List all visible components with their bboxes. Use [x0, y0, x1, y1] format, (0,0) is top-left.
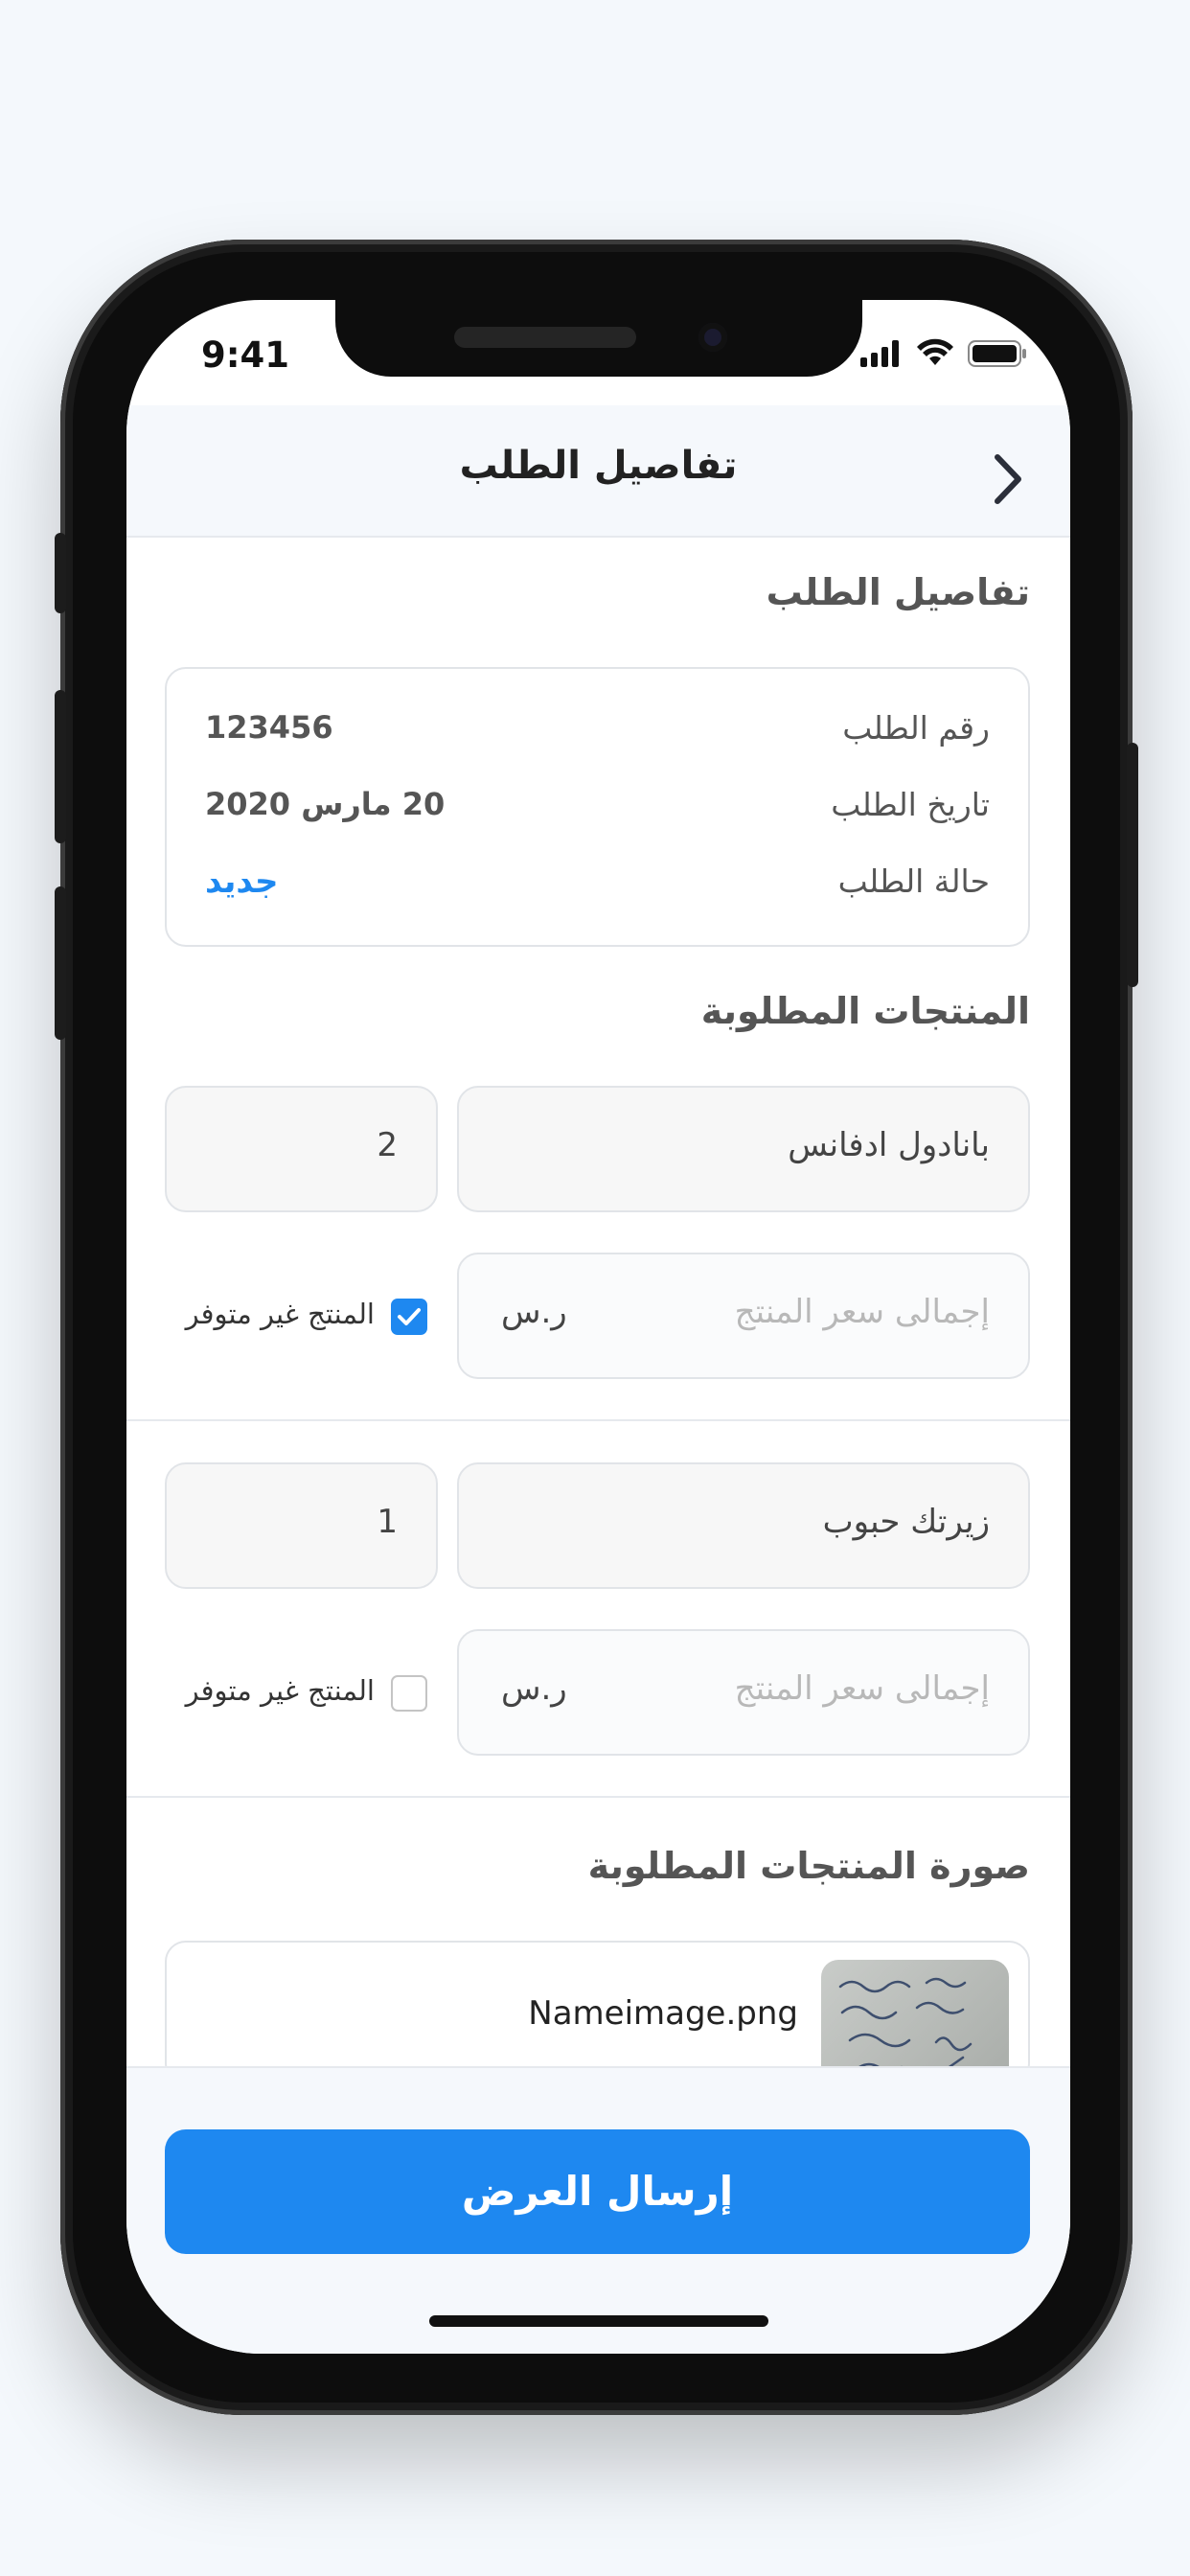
order-status-row: حالة الطلب جديد [205, 862, 990, 908]
quantity-field[interactable]: 1 [165, 1462, 438, 1589]
mute-switch [55, 533, 66, 613]
price-input[interactable]: إجمالى سعر المنتج ر.س [457, 1253, 1030, 1379]
divider [126, 1796, 1070, 1798]
unavailable-checkbox[interactable] [391, 1675, 427, 1712]
order-status-label: حالة الطلب [837, 862, 990, 900]
quantity-value: 2 [377, 1126, 398, 1164]
submit-offer-button[interactable]: إرسال العرض [165, 2129, 1030, 2254]
product-image-title: صورة المنتجات المطلوبة [587, 1845, 1030, 1887]
product-name-value: بانادول ادفانس [788, 1126, 990, 1164]
order-details-title: تفاصيل الطلب [766, 571, 1030, 613]
volume-down-button [55, 886, 66, 1040]
order-number-label: رقم الطلب [842, 709, 990, 747]
unavailable-label: المنتج غير متوفر [185, 1298, 375, 1330]
order-date-value: 20 مارس 2020 [205, 786, 446, 822]
speaker-grille [454, 327, 636, 348]
unavailable-label: المنتج غير متوفر [185, 1674, 375, 1707]
signal-icon [860, 340, 899, 367]
quantity-field[interactable]: 2 [165, 1086, 438, 1212]
front-camera [698, 323, 727, 352]
power-button [1127, 743, 1138, 987]
battery-icon [968, 340, 1026, 367]
quantity-value: 1 [377, 1503, 398, 1541]
product-name-value: زيرتك حبوب [822, 1503, 990, 1541]
product-name-field[interactable]: بانادول ادفانس [457, 1086, 1030, 1212]
divider [126, 1419, 1070, 1421]
order-date-label: تاريخ الطلب [831, 786, 990, 823]
status-badge: جديد [205, 862, 279, 901]
unavailable-checkbox[interactable] [391, 1299, 427, 1335]
product-name-field[interactable]: زيرتك حبوب [457, 1462, 1030, 1589]
screen: 9:41 تفاصيل الطلب تفاصيل الطلب رقم الطلب [126, 300, 1070, 2354]
nav-header: تفاصيل الطلب [126, 405, 1070, 538]
order-date-row: تاريخ الطلب 20 مارس 2020 [205, 786, 990, 832]
back-arrow-icon[interactable] [984, 446, 1032, 513]
status-icons [860, 338, 1027, 367]
page-title: تفاصيل الطلب [459, 444, 738, 488]
attachment-card[interactable]: Nameimage.png [165, 1941, 1030, 2084]
order-number-row: رقم الطلب 123456 [205, 709, 990, 755]
wifi-icon [917, 338, 953, 365]
price-placeholder: إجمالى سعر المنتج [734, 1293, 990, 1331]
home-indicator[interactable] [429, 2315, 768, 2327]
currency-label: ر.س [501, 1293, 567, 1331]
currency-label: ر.س [501, 1669, 567, 1708]
price-input[interactable]: إجمالى سعر المنتج ر.س [457, 1629, 1030, 1756]
check-icon [398, 1308, 421, 1325]
file-name: Nameimage.png [528, 1994, 798, 2033]
status-time: 9:41 [201, 334, 290, 376]
notch [335, 300, 862, 377]
price-placeholder: إجمالى سعر المنتج [734, 1669, 990, 1708]
footer-bar: إرسال العرض [126, 2066, 1070, 2354]
products-title: المنتجات المطلوبة [700, 990, 1030, 1032]
order-number-value: 123456 [205, 709, 333, 746]
order-info-card: رقم الطلب 123456 تاريخ الطلب 20 مارس 202… [165, 667, 1030, 947]
volume-up-button [55, 690, 66, 843]
